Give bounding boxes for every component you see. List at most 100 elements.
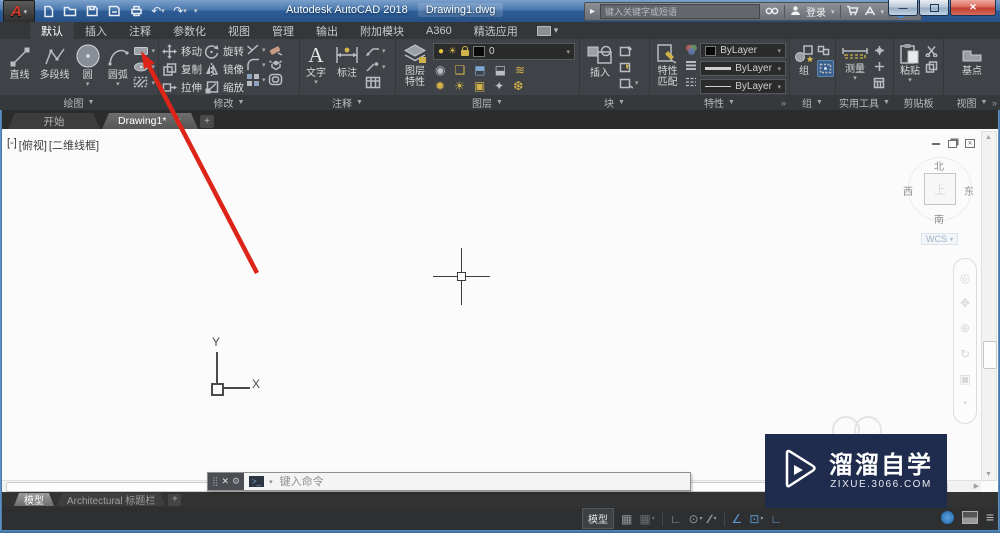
ribbon-tab-output[interactable]: 输出 (305, 22, 349, 39)
command-palette-grip[interactable]: ⣿ ✕ ⚙ (208, 473, 244, 490)
plot-button[interactable] (128, 4, 144, 18)
scroll-right-icon[interactable]: ▶ (974, 482, 979, 490)
customization-menu-button[interactable]: ≡ (986, 510, 994, 524)
vertical-scroll-thumb[interactable] (983, 341, 997, 369)
viewcube-top-face[interactable]: 上 (924, 173, 956, 205)
redo-button[interactable]: ↷▾ (172, 4, 188, 18)
quick-calc-button[interactable] (873, 76, 886, 89)
model-space-toggle[interactable]: 模型 (582, 508, 614, 529)
panel-label-annotation[interactable]: 注释▼ (300, 95, 395, 110)
scroll-down-icon[interactable]: ▼ (985, 471, 992, 478)
new-file-button[interactable] (40, 4, 56, 18)
dropdown-arrow-icon[interactable]: ▾ (314, 80, 318, 86)
leader-tool-button[interactable]: ▾ (365, 44, 386, 57)
panel-label-utilities[interactable]: 实用工具▼ (836, 95, 893, 110)
layer-state-icon[interactable]: ≋ (515, 64, 525, 76)
ribbon-tab-parametric[interactable]: 参数化 (162, 22, 217, 39)
viewcube-north-label[interactable]: 北 (934, 158, 944, 173)
trim-tool-button[interactable]: ▾ (246, 43, 266, 56)
dropdown-arrow-icon[interactable]: ▾ (262, 61, 266, 69)
lineweight-icon[interactable] (684, 59, 698, 72)
array-tool-button[interactable]: ▾ (246, 73, 266, 86)
open-file-button[interactable] (62, 4, 78, 18)
scale-tool-button[interactable]: 缩放 (204, 79, 244, 95)
recent-commands-icon[interactable]: ▾ (269, 478, 273, 486)
dropdown-arrow-icon[interactable]: ▾ (262, 46, 266, 54)
dropdown-arrow-icon[interactable]: ▾ (262, 76, 266, 84)
ribbon-tab-annotate[interactable]: 注释 (118, 22, 162, 39)
grid-display-toggle[interactable]: ▦ (621, 513, 632, 525)
panel-label-modify[interactable]: 修改▼ (159, 95, 299, 110)
panel-label-group[interactable]: 组▼ (790, 95, 835, 110)
dropdown-arrow-icon[interactable]: ▾ (853, 76, 857, 82)
measure-button[interactable]: 测量 ▾ (839, 41, 871, 82)
wcs-dropdown[interactable]: WCS▾ (921, 233, 958, 245)
id-point-button[interactable] (873, 44, 886, 57)
isometric-drafting-toggle[interactable]: ∕∕▾ (710, 513, 717, 525)
line-tool-button[interactable]: 直线 (3, 41, 36, 81)
hatch-tool-button[interactable]: ▾ (133, 76, 155, 89)
save-as-button[interactable] (106, 4, 122, 18)
new-drawing-tab-button[interactable]: + (200, 115, 214, 128)
application-menu-button[interactable]: A ▾ (3, 0, 35, 23)
dropdown-arrow-icon[interactable]: ▾ (635, 79, 639, 87)
restore-button[interactable] (919, 0, 949, 16)
linetype-dropdown[interactable]: ByLayer▾ (700, 79, 786, 94)
object-color-dropdown[interactable]: ByLayer▾ (700, 43, 786, 58)
mirror-tool-button[interactable]: 镜像 (204, 61, 244, 77)
multileader-tool-button[interactable]: ▾ (365, 60, 386, 73)
rectangle-tool-button[interactable]: ▾ (133, 44, 155, 57)
layout-tab-model[interactable]: 模型 (14, 493, 54, 506)
viewcube-east-label[interactable]: 东 (964, 183, 974, 198)
dropdown-arrow-icon[interactable]: ▾ (151, 47, 155, 55)
dropdown-arrow-icon[interactable]: ▾ (714, 513, 717, 525)
ribbon-tab-manage[interactable]: 管理 (261, 22, 305, 39)
match-properties-button[interactable]: 特性匹配 (653, 41, 682, 88)
sign-in-button[interactable]: 登录 (806, 4, 826, 19)
clean-screen-toggle[interactable] (962, 511, 978, 524)
vertical-scrollbar[interactable]: ▲ ▼ (981, 131, 997, 481)
viewport-menu-control[interactable]: [-] (7, 137, 17, 153)
layer-on-icon[interactable]: ✹ (435, 80, 445, 92)
panel-label-block[interactable]: 块▼ (580, 95, 649, 110)
panel-label-view[interactable]: 视图▼» (944, 95, 1000, 110)
layer-previous-icon[interactable]: ⬒ (474, 64, 485, 76)
offset-tool-button[interactable] (268, 73, 283, 86)
viewport-restore-icon[interactable] (948, 140, 957, 148)
showmotion-icon[interactable]: ▣ (959, 373, 970, 385)
polar-tracking-toggle[interactable]: ⊙▾ (688, 513, 702, 525)
text-tool-button[interactable]: A 文字 ▾ (303, 41, 329, 86)
customize-wrench-icon[interactable]: ⚙ (232, 476, 240, 487)
dimension-tool-button[interactable]: 标注 (331, 41, 363, 79)
linetype-icon[interactable] (684, 75, 698, 88)
layer-match-icon[interactable]: ❏ (454, 64, 465, 76)
command-input-area[interactable]: >_ ▾ (244, 473, 690, 490)
dropdown-arrow-icon[interactable]: ▾ (86, 82, 90, 88)
rotate-tool-button[interactable]: 旋转 (204, 43, 244, 59)
group-edit-button[interactable] (817, 60, 834, 77)
ribbon-tab-addins[interactable]: 附加模块 (349, 22, 415, 39)
base-point-button[interactable]: 基点 (955, 41, 989, 77)
performance-status-badge[interactable] (941, 511, 954, 524)
viewport-visual-style-control[interactable]: [二维线框] (49, 137, 99, 153)
user-icon[interactable] (790, 3, 801, 21)
point-style-button[interactable] (873, 60, 886, 73)
object-snap-tracking-toggle[interactable]: ∠ (732, 513, 743, 525)
scroll-up-icon[interactable]: ▲ (985, 134, 992, 141)
infocenter-collapse-icon[interactable]: ▸ (590, 7, 595, 17)
layout-tab-architectural[interactable]: Architectural 标题栏 (57, 493, 165, 506)
stretch-tool-button[interactable]: 拉伸 (162, 79, 202, 95)
ribbon-tab-view[interactable]: 视图 (217, 22, 261, 39)
file-tab-start[interactable]: 开始 (8, 113, 100, 129)
create-block-button[interactable] (619, 44, 639, 57)
object-snap-toggle[interactable]: ⊡▾ (749, 513, 763, 525)
ellipse-tool-button[interactable]: ▾ (133, 60, 155, 73)
ribbon-tab-insert[interactable]: 插入 (74, 22, 118, 39)
polyline-tool-button[interactable]: 多段线 (38, 41, 71, 81)
dropdown-arrow-icon[interactable]: ▾ (382, 47, 386, 55)
layer-unlock-icon[interactable]: ▣ (474, 80, 485, 92)
copy-tool-button[interactable]: 复制 (162, 61, 202, 77)
panel-label-properties[interactable]: 特性▼» (650, 95, 789, 110)
qat-customize-button[interactable]: ▾ (194, 7, 198, 15)
viewport-close-icon[interactable]: ✕ (965, 139, 975, 148)
